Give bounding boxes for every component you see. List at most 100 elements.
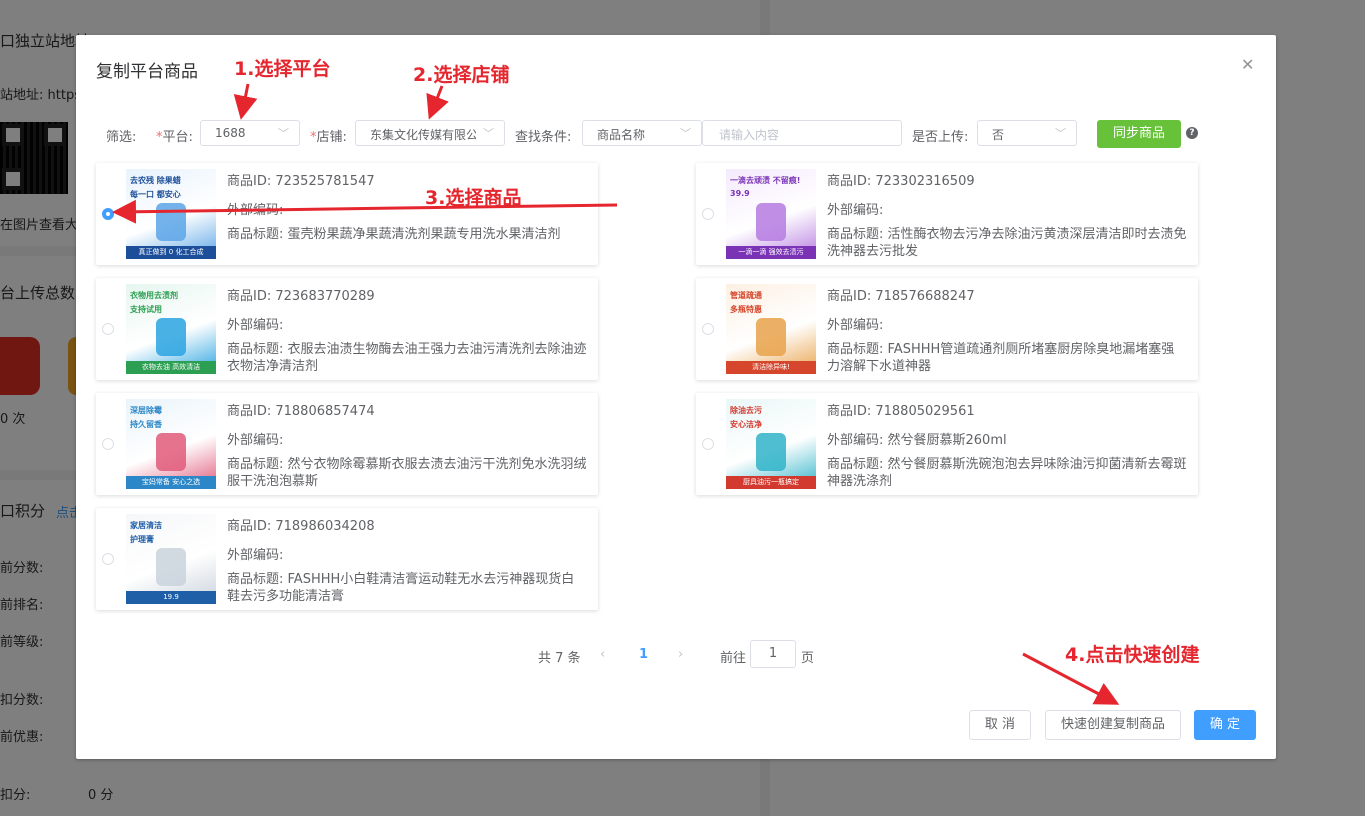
product-card[interactable]: 一滴去顽渍 不留痕! 39.9 一滴一滴 强效去渍污 商品ID: 7233023165… xyxy=(696,163,1198,265)
thumb-text-mid: 安心洁净 xyxy=(730,420,762,429)
thumb-text-bottom: 清洁除异味! xyxy=(726,361,816,374)
goto-label: 前往 xyxy=(720,651,747,666)
product-card[interactable]: 去农残 除果蜡 每一口 都安心 真正做到 0 化工合成 商品ID: 723525781… xyxy=(96,163,598,265)
product-id: 商品ID: 723302316509 xyxy=(827,174,975,189)
thumb-text-top: 除油去污 xyxy=(730,406,762,415)
annotation-step3: 3.选择商品 xyxy=(425,187,522,209)
chevron-down-icon: ﹀ xyxy=(680,127,691,140)
confirm-button[interactable]: 确 定 xyxy=(1194,710,1256,740)
product-radio[interactable] xyxy=(102,208,114,220)
sync-products-button[interactable]: 同步商品 xyxy=(1097,120,1181,148)
platform-label: *平台: xyxy=(156,130,193,145)
thumb-text-top: 一滴去顽渍 不留痕! xyxy=(730,176,801,185)
product-card[interactable]: 家居清洁护理膏 19.9 商品ID: 718986034208 外部编码: 商品标题:… xyxy=(96,508,598,610)
product-id: 商品ID: 723683770289 xyxy=(227,289,375,304)
product-radio[interactable] xyxy=(702,208,714,220)
thumb-text-bottom: 一滴一滴 强效去渍污 xyxy=(726,246,816,259)
product-card[interactable]: 管道疏通多瓶特惠清洁除异味! 商品ID: 718576688247 外部编码: 商品… xyxy=(696,278,1198,380)
thumb-product-shape xyxy=(756,203,786,241)
product-id: 商品ID: 718806857474 xyxy=(227,404,375,419)
uploaded-select[interactable]: 否 ﹀ xyxy=(977,120,1077,146)
product-radio[interactable] xyxy=(102,438,114,450)
thumb-text-mid: 39.9 xyxy=(730,189,750,198)
product-external-code: 外部编码: xyxy=(827,203,884,218)
cancel-button[interactable]: 取 消 xyxy=(969,710,1031,740)
thumb-text-mid: 护理膏 xyxy=(130,535,154,544)
thumb-product-shape xyxy=(156,433,186,471)
next-page-icon[interactable]: › xyxy=(678,647,683,662)
product-title: 商品标题: 活性酶衣物去污净去除油污黄渍深层清洁即时去渍免洗神器去污批发 xyxy=(827,227,1187,259)
thumb-text-bottom: 厨具油污一瓶搞定 xyxy=(726,476,816,489)
product-thumbnail: 去农残 除果蜡 每一口 都安心真正做到 0 化工合成 xyxy=(126,169,216,259)
product-id: 商品ID: 718576688247 xyxy=(827,289,975,304)
annotation-step4: 4.点击快速创建 xyxy=(1065,644,1200,666)
help-icon[interactable]: ? xyxy=(1186,127,1198,139)
product-title: 商品标题: FASHHH小白鞋清洁膏运动鞋无水去污神器现货白鞋去污多功能清洁膏 xyxy=(227,572,575,604)
thumb-product-shape xyxy=(756,318,786,356)
product-thumbnail: 管道疏通多瓶特惠清洁除异味! xyxy=(726,284,816,374)
thumb-text-bottom: 真正做到 0 化工合成 xyxy=(126,246,216,259)
close-icon[interactable]: ✕ xyxy=(1241,55,1254,74)
product-external-code: 外部编码: xyxy=(227,433,284,448)
product-radio[interactable] xyxy=(702,438,714,450)
product-external-code: 外部编码: xyxy=(227,548,284,563)
product-thumbnail: 衣物用去渍剂 支持试用衣物去油 高效清洁 xyxy=(126,284,216,374)
product-radio[interactable] xyxy=(102,323,114,335)
thumb-text-bottom: 19.9 xyxy=(126,591,216,604)
search-condition-label: 查找条件: xyxy=(515,130,572,145)
product-external-code: 外部编码: 然兮餐厨慕斯260ml xyxy=(827,433,1007,448)
uploaded-label: 是否上传: xyxy=(912,130,969,145)
prev-page-icon[interactable]: ‹ xyxy=(600,647,605,662)
product-external-code: 外部编码: xyxy=(827,318,884,333)
product-title: 商品标题: 蛋壳粉果蔬净果蔬清洗剂果蔬专用洗水果清洁剂 xyxy=(227,227,561,242)
product-card[interactable]: 除油去污 安心洁净 厨具油污一瓶搞定 商品ID: 718805029561 外部编码: … xyxy=(696,393,1198,495)
dialog-title: 复制平台商品 xyxy=(96,62,198,82)
product-id: 商品ID: 718986034208 xyxy=(227,519,375,534)
thumb-text-top: 深层除霉 xyxy=(130,406,162,415)
filter-label: 筛选: xyxy=(106,130,137,145)
thumb-product-shape xyxy=(156,548,186,586)
product-external-code: 外部编码: xyxy=(227,318,284,333)
product-radio[interactable] xyxy=(702,323,714,335)
product-thumbnail: 家居清洁护理膏 19.9 xyxy=(126,514,216,604)
product-card[interactable]: 深层除霉 持久留香 宝妈常备 安心之选 商品ID: 718806857474 外部编码:… xyxy=(96,393,598,495)
search-field-select[interactable]: 商品名称 ﹀ xyxy=(582,120,702,146)
platform-select[interactable]: 1688 ﹀ xyxy=(200,120,300,146)
goto-page-input[interactable]: 1 xyxy=(750,640,796,668)
thumb-text-top: 衣物用去渍剂 xyxy=(130,291,178,300)
thumb-text-mid: 持久留香 xyxy=(130,420,162,429)
quick-create-button[interactable]: 快速创建复制商品 xyxy=(1045,710,1181,740)
thumb-text-mid: 每一口 都安心 xyxy=(130,190,181,199)
thumb-text-top: 家居清洁 xyxy=(130,521,162,530)
thumb-text-mid: 支持试用 xyxy=(130,305,162,314)
page-number[interactable]: 1 xyxy=(639,647,648,662)
product-id: 商品ID: 723525781547 xyxy=(227,174,375,189)
shop-label: *店铺: xyxy=(310,130,347,145)
annotation-step2: 2.选择店铺 xyxy=(413,64,510,86)
shop-select[interactable]: 东集文化传媒有限公 ﹀ xyxy=(355,120,505,146)
product-external-code: 外部编码: xyxy=(227,203,284,218)
product-title: 商品标题: 衣服去油渍生物酶去油王强力去油污清洗剂去除油迹衣物洁净清洁剂 xyxy=(227,342,587,374)
product-thumbnail: 深层除霉 持久留香 宝妈常备 安心之选 xyxy=(126,399,216,489)
chevron-down-icon: ﹀ xyxy=(483,127,494,140)
product-title: 商品标题: FASHHH管道疏通剂厕所堵塞厨房除臭地漏堵塞强力溶解下水道神器 xyxy=(827,342,1175,374)
chevron-down-icon: ﹀ xyxy=(1055,127,1066,140)
product-thumbnail: 一滴去顽渍 不留痕! 39.9 一滴一滴 强效去渍污 xyxy=(726,169,816,259)
thumb-text-top: 去农残 除果蜡 xyxy=(130,176,181,185)
chevron-down-icon: ﹀ xyxy=(278,127,289,140)
page-suffix: 页 xyxy=(801,651,815,666)
filter-row: 筛选: *平台: 1688 ﹀ *店铺: 东集文化传媒有限公 ﹀ 查找条件: 商… xyxy=(76,120,1276,148)
thumb-product-shape xyxy=(756,433,786,471)
pagination-total: 共 7 条 xyxy=(538,651,581,666)
search-input[interactable]: 请输入内容 xyxy=(702,120,902,146)
product-id: 商品ID: 718805029561 xyxy=(827,404,975,419)
product-title: 商品标题: 然兮餐厨慕斯洗碗泡泡去异味除油污抑菌清新去霉斑神器洗涤剂 xyxy=(827,457,1187,489)
thumb-product-shape xyxy=(156,203,186,241)
product-radio[interactable] xyxy=(102,553,114,565)
thumb-text-top: 管道疏通 xyxy=(730,291,762,300)
thumb-product-shape xyxy=(156,318,186,356)
product-thumbnail: 除油去污安心洁净厨具油污一瓶搞定 xyxy=(726,399,816,489)
thumb-text-mid: 多瓶特惠 xyxy=(730,305,762,314)
product-card[interactable]: 衣物用去渍剂 支持试用 衣物去油 高效清洁 商品ID: 723683770289 外部编… xyxy=(96,278,598,380)
thumb-text-bottom: 衣物去油 高效清洁 xyxy=(126,361,216,374)
